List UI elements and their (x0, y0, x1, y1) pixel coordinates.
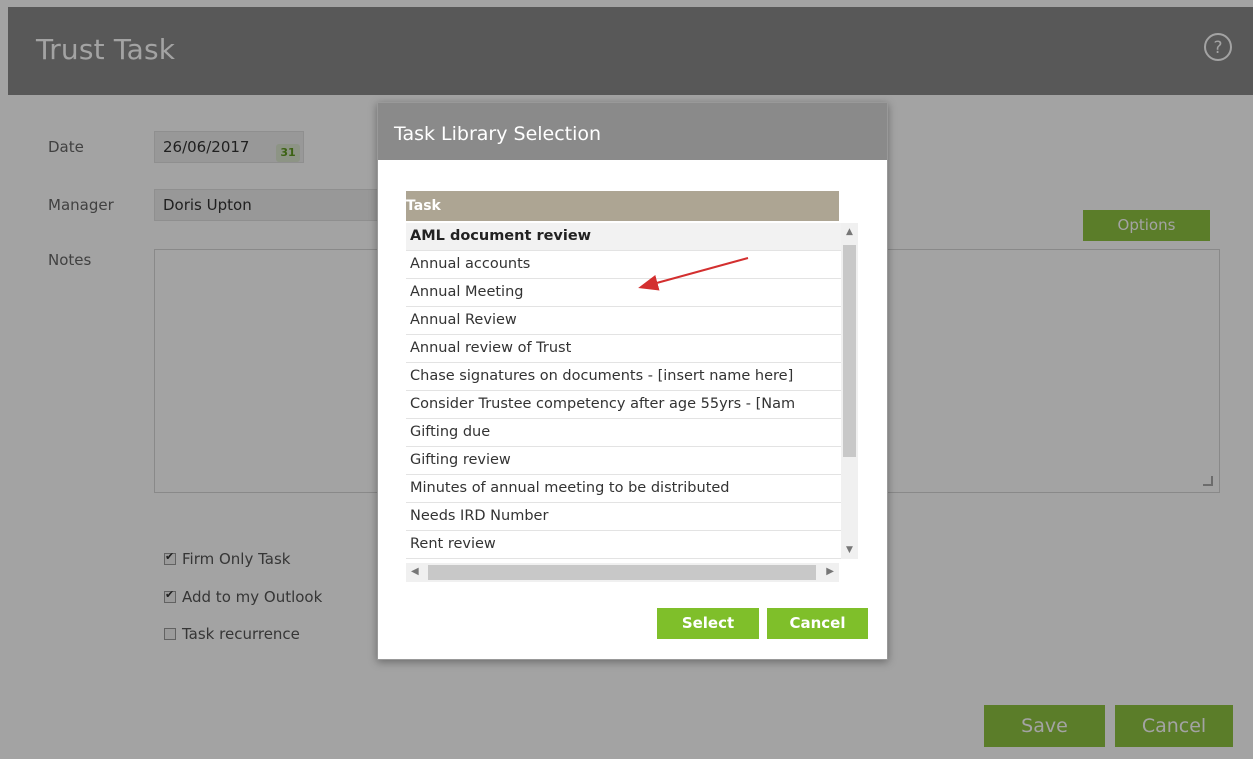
scroll-up-icon[interactable]: ▲ (841, 227, 858, 237)
dialog-cancel-button[interactable]: Cancel (767, 608, 868, 639)
list-item[interactable]: Annual Review (406, 307, 841, 335)
list-item[interactable]: Minutes of annual meeting to be distribu… (406, 475, 841, 503)
dialog-header: Task Library Selection (378, 103, 887, 160)
horizontal-scrollbar[interactable]: ◀ ▶ (406, 563, 839, 582)
horizontal-scroll-thumb[interactable] (428, 565, 816, 580)
scroll-down-icon[interactable]: ▼ (841, 545, 858, 555)
scroll-left-icon[interactable]: ◀ (411, 566, 419, 577)
list-item[interactable]: Chase signatures on documents - [insert … (406, 363, 841, 391)
task-list: AML document review Annual accounts Annu… (406, 223, 841, 559)
list-item[interactable]: Needs IRD Number (406, 503, 841, 531)
list-item[interactable]: Rent review (406, 531, 841, 559)
list-item[interactable]: Annual accounts (406, 251, 841, 279)
list-item[interactable]: Annual review of Trust (406, 335, 841, 363)
task-column-header[interactable]: Task (406, 191, 839, 221)
scroll-right-icon[interactable]: ▶ (826, 566, 834, 577)
task-library-dialog: Task Library Selection Task AML document… (377, 102, 888, 660)
vertical-scroll-thumb[interactable] (843, 245, 856, 457)
list-item[interactable]: AML document review (406, 223, 841, 251)
dialog-title: Task Library Selection (394, 123, 602, 145)
list-item[interactable]: Consider Trustee competency after age 55… (406, 391, 841, 419)
list-item[interactable]: Gifting due (406, 419, 841, 447)
list-item[interactable]: Annual Meeting (406, 279, 841, 307)
list-item[interactable]: Gifting review (406, 447, 841, 475)
select-button[interactable]: Select (657, 608, 759, 639)
vertical-scrollbar[interactable]: ▲ ▼ (841, 223, 858, 559)
